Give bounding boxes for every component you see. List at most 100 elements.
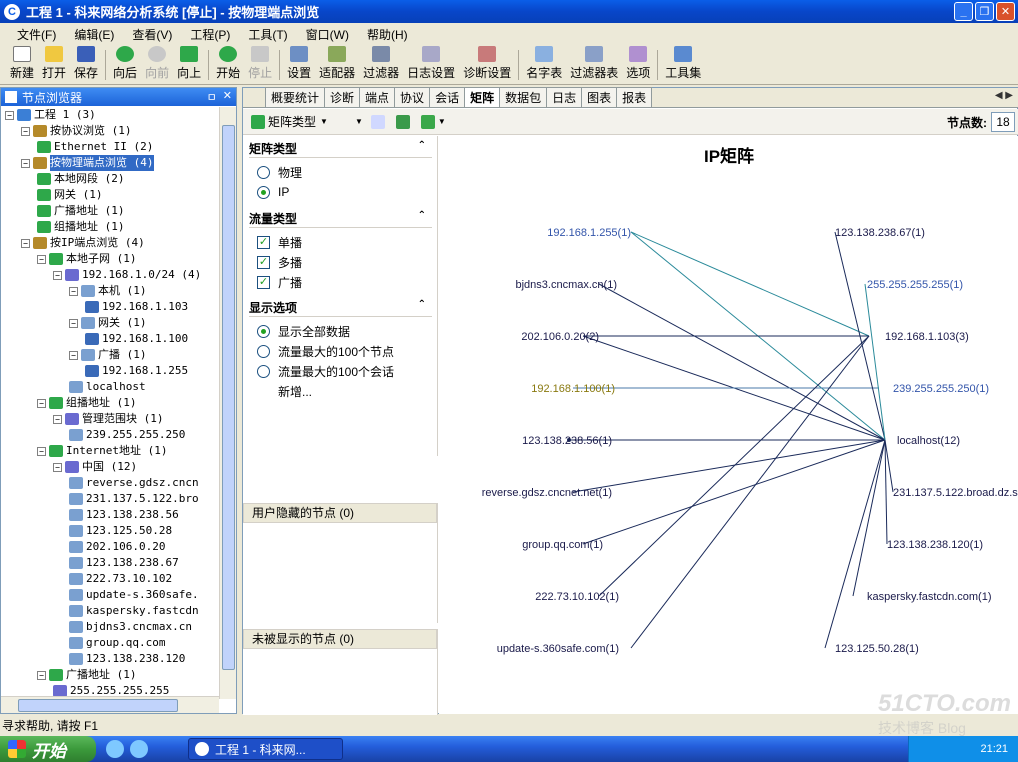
log-settings-button[interactable]: 日志设置 [403,46,459,84]
matrix-right-node[interactable]: kaspersky.fastcdn.com(1) [867,591,992,603]
dropdown-arrow-icon[interactable]: ▼ [320,117,328,126]
matrix-right-node[interactable]: 123.138.238.120(1) [887,539,983,551]
radio-button[interactable] [257,324,270,338]
expand-toggle-icon[interactable]: − [69,350,78,360]
start-button[interactable]: 开始 [212,46,244,84]
tree-vertical-scrollbar[interactable] [219,107,236,699]
start-button[interactable]: 开始 [0,736,96,762]
tree-node[interactable]: 231.137.5.122.bro [69,491,199,507]
radio-button[interactable] [257,185,270,199]
matrix-left-node[interactable]: 202.106.0.20(2) [521,331,599,343]
tree-node[interactable]: 222.73.10.102 [69,571,172,587]
tree-node[interactable]: 192.168.1.100 [85,331,188,347]
checkbox-multicast[interactable]: ✓ 多播 [257,253,302,271]
menu-tools[interactable]: 工具(T) [239,26,296,43]
matrix-left-node[interactable]: 192.168.1.255(1) [547,227,631,239]
app-quicklaunch-icon[interactable] [130,740,148,758]
matrix-right-node[interactable]: 123.138.238.67(1) [835,227,925,239]
tab-log[interactable]: 日志 [546,87,583,107]
expand-toggle-icon[interactable]: − [37,398,46,408]
diagnosis-settings-button[interactable]: 诊断设置 [459,46,515,84]
checkbox-broadcast[interactable]: ✓ 广播 [257,273,302,291]
name-table-button[interactable]: 名字表 [522,46,566,84]
settings-button[interactable]: 设置 [283,46,315,84]
forward-button[interactable]: 向前 [141,46,173,84]
tree-node[interactable]: update-s.360safe. [69,587,199,603]
zoom-icon[interactable] [338,115,352,129]
tab-matrix[interactable]: 矩阵 [464,87,501,107]
expand-toggle-icon[interactable]: − [21,126,30,136]
tree-node[interactable]: 202.106.0.20 [69,539,165,555]
checkbox-unicast[interactable]: ✓ 单播 [257,233,302,251]
matrix-left-node[interactable]: group.qq.com(1) [522,539,603,551]
tab-endpoints[interactable]: 端点 [359,87,396,107]
refresh-icon[interactable] [420,114,435,129]
matrix-right-node[interactable]: 192.168.1.103(3) [885,331,969,343]
up-button[interactable]: 向上 [173,46,205,84]
tree-node[interactable]: − 本地子网 (1) [37,251,137,267]
tab-packets[interactable]: 数据包 [499,87,548,107]
radio-top100-sessions[interactable]: 流量最大的100个会话 [257,362,394,380]
tree-node[interactable]: Ethernet II (2) [37,139,153,155]
hidden-nodes-header[interactable]: 用户隐藏的节点 (0) [243,503,437,523]
panel-close-icon[interactable]: ✕ [223,89,232,105]
dropdown-arrow-icon[interactable]: ▼ [438,117,446,126]
expand-toggle-icon[interactable]: − [53,462,62,472]
edit-icon[interactable] [370,114,385,129]
tree-node[interactable]: 本地网段 (2) [37,171,125,187]
tree-node[interactable]: reverse.gdsz.cncn [69,475,199,491]
clock[interactable]: 21:21 [980,743,1008,755]
tab-sessions[interactable]: 会话 [429,87,466,107]
filter-button[interactable]: 过滤器 [359,46,403,84]
tree-node[interactable]: 239.255.255.250 [69,427,185,443]
collapse-icon[interactable]: ⌃ [418,299,426,310]
tree-node[interactable]: kaspersky.fastcdn [69,603,199,619]
matrix-right-node[interactable]: 231.137.5.122.broad.dz.sx [893,487,1018,499]
taskbar-item[interactable]: 工程 1 - 科来网... [188,738,343,760]
tree-node[interactable]: 123.125.50.28 [69,523,172,539]
radio-top100-nodes[interactable]: 流量最大的100个节点 [257,342,394,360]
expand-toggle-icon[interactable]: − [69,286,78,296]
ie-icon[interactable] [106,740,124,758]
export-icon[interactable] [395,114,410,129]
save-button[interactable]: 保存 [70,46,102,84]
scroll-thumb[interactable] [222,125,235,670]
checkbox[interactable]: ✓ [257,275,270,289]
back-button[interactable]: 向后 [109,46,141,84]
tree-node[interactable]: − 按协议浏览 (1) [21,123,132,139]
radio-button[interactable] [257,344,270,358]
menu-file[interactable]: 文件(F) [8,26,65,43]
tab-scroll-arrows[interactable]: ◀ ▶ [995,90,1013,101]
minimize-button[interactable]: _ [954,2,973,21]
tree-node[interactable]: localhost [69,379,146,395]
adapter-button[interactable]: 适配器 [315,46,359,84]
tree-node[interactable]: − 按物理端点浏览 (4) [21,155,154,171]
matrix-type-dropdown[interactable]: 矩阵类型 [268,113,316,130]
tab-diagnosis[interactable]: 诊断 [324,87,361,107]
tree-node[interactable]: − Internet地址 (1) [37,443,167,459]
collapse-icon[interactable]: ⌃ [418,140,426,151]
expand-toggle-icon[interactable]: − [53,270,62,280]
expand-toggle-icon[interactable]: − [37,254,46,264]
tree-node[interactable]: − 广播地址 (1) [37,667,137,683]
stop-button[interactable]: 停止 [244,46,276,84]
radio-button[interactable] [257,364,270,378]
menu-window[interactable]: 窗口(W) [297,26,358,43]
tree-node[interactable]: 123.138.238.120 [69,651,185,667]
tree-node[interactable]: − 网关 (1) [69,315,147,331]
radio-show-all[interactable]: 显示全部数据 [257,322,350,340]
filter-table-button[interactable]: 过滤器表 [566,46,622,84]
menu-help[interactable]: 帮助(H) [358,26,417,43]
expand-toggle-icon[interactable]: − [21,158,30,168]
matrix-right-node[interactable]: 123.125.50.28(1) [835,643,919,655]
tree-node[interactable]: − 本机 (1) [69,283,147,299]
tree-node[interactable]: 网关 (1) [37,187,103,203]
add-new-link[interactable]: 新增... [278,382,312,400]
tab-protocols[interactable]: 协议 [394,87,431,107]
expand-toggle-icon[interactable]: − [53,414,62,424]
options-button[interactable]: 选项 [622,46,654,84]
matrix-right-node[interactable]: localhost(12) [897,435,960,447]
display-options-section[interactable]: 显示选项 ⌃ [249,299,432,317]
expand-toggle-icon[interactable]: − [37,670,46,680]
tree-node[interactable]: 组播地址 (1) [37,219,125,235]
